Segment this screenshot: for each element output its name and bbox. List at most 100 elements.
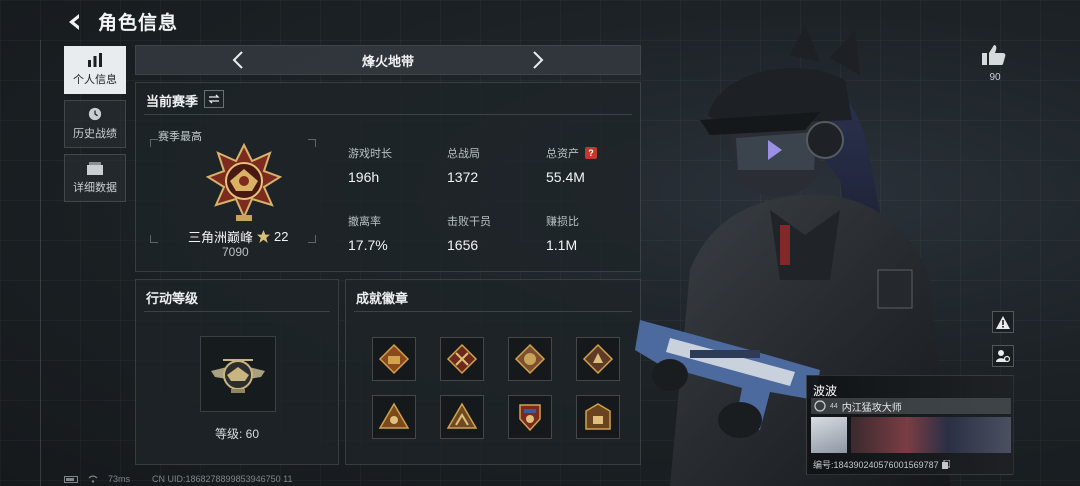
current-season-panel: 当前赛季 赛季最高 三角洲巅峰 22 7090 游戏时长 196h 总战局 13… [135, 82, 641, 272]
warning-icon [996, 315, 1010, 329]
sidebar-item-label: 历史战绩 [73, 128, 117, 140]
achievement-badge[interactable] [372, 337, 416, 381]
sidebar-item-label: 详细数据 [73, 182, 117, 194]
stat-play-time: 游戏时长 196h [348, 145, 392, 185]
corner-mark [150, 235, 158, 243]
sidebar: 个人信息 历史战绩 详细数据 [64, 46, 126, 202]
divider [144, 311, 330, 312]
like-count: 90 [989, 72, 1001, 83]
thumbs-up-icon [982, 45, 1006, 65]
action-level-panel: 行动等级 等级: 60 [135, 279, 339, 465]
achievements-panel: 成就徽章 [345, 279, 641, 465]
ping-text: 73ms [108, 474, 131, 484]
swap-icon [208, 94, 220, 104]
stat-total-assets: 总资产 ? 55.4M [546, 145, 597, 185]
achievement-badge[interactable] [440, 337, 484, 381]
helicopter-emblem-icon [211, 359, 265, 393]
stat-value: 1372 [447, 169, 479, 185]
stat-label: 赚损比 [546, 216, 579, 228]
switch-season-button[interactable] [204, 90, 224, 108]
rank-name-row: 三角洲巅峰 22 [188, 227, 288, 246]
player-level: 44 [830, 402, 838, 410]
achievement-badge[interactable] [576, 337, 620, 381]
stat-extraction-rate: 撤离率 17.7% [348, 213, 388, 253]
achievement-badge[interactable] [576, 395, 620, 439]
achievement-badge[interactable] [440, 395, 484, 439]
bar-chart-icon [88, 53, 102, 67]
folder-icon [87, 162, 103, 175]
stat-value: 1.1M [546, 237, 578, 253]
badge-7-icon [519, 404, 541, 432]
player-avatar [811, 417, 847, 453]
rank-score: 7090 [222, 245, 249, 259]
sidebar-item-history[interactable]: 历史战绩 [64, 100, 126, 148]
panel-title: 行动等级 [146, 291, 199, 306]
chevron-right-icon [533, 51, 544, 69]
sidebar-item-personal-info[interactable]: 个人信息 [64, 46, 126, 94]
stat-label: 总战局 [447, 148, 480, 160]
help-icon[interactable]: ? [585, 147, 597, 159]
header: 角色信息 [62, 8, 178, 35]
divider [354, 311, 632, 312]
season-selector: 烽火地带 [135, 45, 641, 75]
rank-name: 三角洲巅峰 [188, 230, 254, 245]
badge-2-icon [446, 343, 478, 375]
rank-stars: 22 [274, 229, 289, 244]
stat-profit-ratio: 赚损比 1.1M [546, 213, 579, 253]
clock-icon [88, 107, 102, 121]
player-name: 波波 [813, 384, 838, 398]
copy-icon[interactable] [941, 460, 950, 469]
user-settings-button[interactable] [992, 345, 1014, 367]
stat-label: 撤离率 [348, 216, 381, 228]
next-season-button[interactable] [528, 48, 548, 72]
user-gear-icon [996, 350, 1010, 363]
corner-mark [308, 235, 316, 243]
stat-label: 游戏时长 [348, 148, 392, 160]
achievement-grid [372, 337, 620, 439]
uid-text: CN UID:1868278899853946750 11 [152, 474, 293, 484]
panel-title: 当前赛季 [146, 94, 199, 109]
stat-value: 196h [348, 169, 380, 185]
badge-3-icon [514, 343, 546, 375]
stat-label-row: 总资产 ? [546, 145, 597, 161]
achievement-badge[interactable] [508, 395, 552, 439]
player-title: 内江猛攻大师 [841, 402, 902, 414]
level-text: 等级: 60 [214, 427, 260, 441]
badge-1-icon [378, 343, 410, 375]
player-id-row: 编号:184390240576001569787 [813, 458, 950, 471]
stat-total-matches: 总战局 1372 [447, 145, 480, 185]
panel-title: 成就徽章 [356, 291, 409, 306]
player-card[interactable]: 波波 44 内江猛攻大师 编号:184390240576001569787 [806, 375, 1014, 475]
page-title: 角色信息 [98, 13, 179, 34]
report-button[interactable] [992, 311, 1014, 333]
corner-mark [308, 139, 316, 147]
status-footer: 73ms CN UID:1868278899853946750 11 [64, 474, 292, 484]
sidebar-item-label: 个人信息 [73, 74, 117, 86]
wifi-icon [88, 475, 98, 483]
achievement-badge[interactable] [508, 337, 552, 381]
badge-8-icon [585, 403, 611, 430]
stat-label: 总资产 [546, 148, 579, 160]
badge-4-icon [582, 343, 614, 375]
prev-season-button[interactable] [228, 48, 248, 72]
back-button[interactable] [62, 9, 88, 35]
frame-line [40, 40, 41, 486]
achievement-badge[interactable] [372, 395, 416, 439]
season-name: 烽火地带 [361, 53, 414, 69]
star-icon [257, 230, 271, 243]
level-emblem-icon [814, 400, 826, 412]
battery-icon [64, 475, 78, 483]
player-id: 编号:184390240576001569787 [813, 460, 939, 470]
stat-label: 击败干员 [447, 216, 491, 228]
stat-value: 17.7% [348, 237, 388, 253]
sidebar-item-details[interactable]: 详细数据 [64, 154, 126, 202]
chevron-left-icon [232, 51, 243, 69]
like-button[interactable] [982, 44, 1008, 68]
level-badge[interactable] [200, 336, 276, 412]
stat-operators-defeated: 击败干员 1656 [447, 213, 491, 253]
corner-mark [150, 139, 158, 147]
rank-badge-icon [206, 143, 282, 221]
player-title-row: 44 内江猛攻大师 [811, 398, 1011, 414]
stat-value: 55.4M [546, 169, 585, 185]
badge-5-icon [378, 402, 410, 429]
